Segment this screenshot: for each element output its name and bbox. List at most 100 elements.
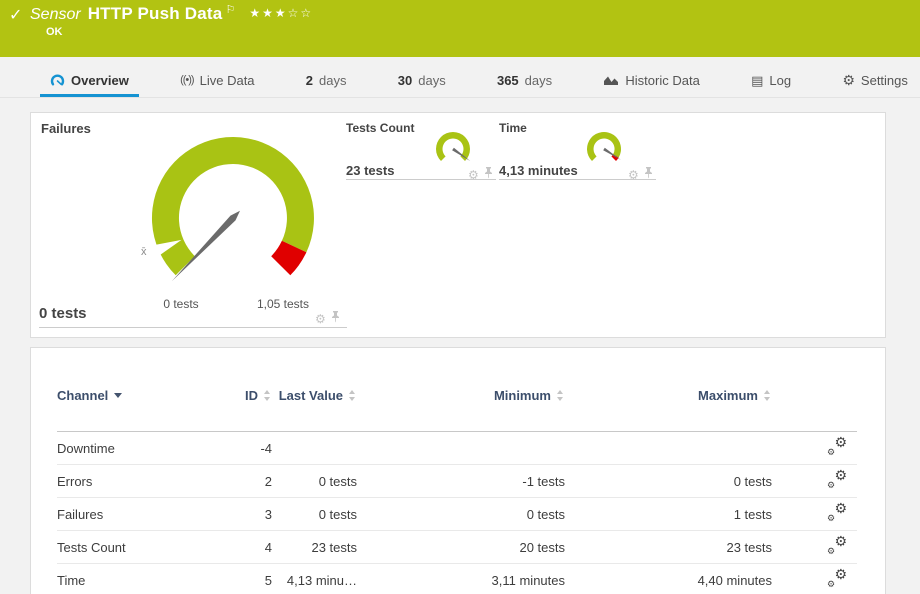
tab-historic-data-label: Historic Data — [625, 73, 699, 88]
tab-365-days-unit: days — [525, 73, 552, 88]
flag-icon[interactable]: ⚐ — [225, 3, 235, 16]
tab-365-days-number: 365 — [497, 73, 519, 88]
gauge-pin-icon[interactable] — [644, 166, 653, 184]
channel-settings-gears-icon[interactable]: ⚙⚙ — [827, 438, 847, 456]
sorted-descending-icon — [114, 393, 122, 398]
table-header-row: Channel ID Last Value Minimum Maximum — [57, 374, 857, 432]
channel-name[interactable]: Failures — [57, 498, 207, 531]
column-header-channel-label: Channel — [57, 388, 108, 403]
tab-2-days[interactable]: 2 days — [296, 66, 357, 97]
channels-table: Channel ID Last Value Minimum Maximum Do… — [57, 374, 857, 594]
channel-maximum: 23 tests — [565, 531, 772, 564]
live-data-icon: ((•)) — [180, 74, 194, 86]
page-title: HTTP Push Data — [88, 4, 223, 24]
table-row: Failures 3 0 tests 0 tests 1 tests ⚙⚙ — [57, 498, 857, 531]
channel-name[interactable]: Downtime — [57, 432, 207, 465]
tab-historic-data[interactable]: Historic Data — [593, 66, 709, 97]
sort-icon — [348, 390, 357, 401]
gauge-pin-icon[interactable] — [331, 310, 340, 328]
gauge-gear-icon[interactable]: ⚙ — [315, 313, 326, 325]
column-header-maximum[interactable]: Maximum — [565, 374, 772, 432]
failures-divider — [39, 327, 347, 328]
tab-2-days-unit: days — [319, 73, 346, 88]
channel-last-value: 0 tests — [272, 498, 357, 531]
stars-filled: ★★★ — [249, 6, 287, 20]
tab-overview-label: Overview — [71, 73, 129, 88]
channel-settings-gears-icon[interactable]: ⚙⚙ — [827, 471, 847, 489]
time-gauge-title: Time — [499, 121, 527, 135]
column-header-minimum[interactable]: Minimum — [357, 374, 565, 432]
channels-panel: Channel ID Last Value Minimum Maximum Do… — [30, 347, 886, 594]
failures-scale-min: 0 tests — [141, 297, 221, 311]
column-header-minimum-label: Minimum — [494, 388, 551, 403]
channel-name[interactable]: Errors — [57, 465, 207, 498]
column-header-actions — [772, 374, 857, 432]
log-list-icon: ▤ — [751, 74, 763, 87]
channel-maximum: 4,40 minutes — [565, 564, 772, 594]
gauge-pin-icon[interactable] — [484, 166, 493, 184]
channel-settings-gears-icon[interactable]: ⚙⚙ — [827, 504, 847, 522]
failures-gauge-actions: ⚙ — [315, 310, 340, 328]
channel-minimum: -1 tests — [357, 465, 565, 498]
tests-count-divider — [346, 179, 496, 180]
channel-id: 3 — [207, 498, 272, 531]
tab-log-label: Log — [769, 73, 791, 88]
stars-empty: ☆☆ — [288, 6, 314, 20]
tab-live-data[interactable]: ((•)) Live Data — [170, 66, 264, 97]
channel-maximum: 0 tests — [565, 465, 772, 498]
channel-name[interactable]: Time — [57, 564, 207, 594]
tab-30-days-unit: days — [418, 73, 445, 88]
column-header-channel[interactable]: Channel — [57, 374, 207, 432]
tab-log[interactable]: ▤ Log — [741, 66, 801, 97]
channel-name[interactable]: Tests Count — [57, 531, 207, 564]
sort-icon — [763, 390, 772, 401]
historic-chart-icon — [603, 74, 619, 86]
settings-gear-icon: ⚙ — [842, 73, 855, 87]
channel-minimum — [357, 432, 565, 465]
sensor-tab-bar: Overview ((•)) Live Data 2 days 30 days … — [0, 66, 920, 98]
tab-settings[interactable]: ⚙ Settings — [832, 66, 918, 97]
channel-maximum: 1 tests — [565, 498, 772, 531]
channel-settings-gears-icon[interactable]: ⚙⚙ — [827, 570, 847, 588]
tests-count-gauge-actions: ⚙ — [468, 166, 493, 184]
sort-icon — [263, 390, 272, 401]
column-header-last-value[interactable]: Last Value — [272, 374, 357, 432]
failures-gauge[interactable]: x̄ — [133, 118, 343, 293]
time-gauge-actions: ⚙ — [628, 166, 653, 184]
tab-overview[interactable]: Overview — [40, 66, 139, 97]
priority-rating[interactable]: ★★★☆☆ — [249, 6, 313, 20]
column-header-id[interactable]: ID — [207, 374, 272, 432]
time-current-value: 4,13 minutes — [499, 163, 578, 178]
channel-settings-gears-icon[interactable]: ⚙⚙ — [827, 537, 847, 555]
channel-last-value: 0 tests — [272, 465, 357, 498]
channel-id: 4 — [207, 531, 272, 564]
tab-2-days-number: 2 — [306, 73, 313, 88]
failures-current-value: 0 tests — [39, 305, 87, 322]
sensor-header: ✓ Sensor HTTP Push Data ⚐ ★★★☆☆ OK — [0, 0, 920, 57]
time-gauge[interactable] — [579, 127, 629, 173]
channel-last-value: 4,13 minu… — [272, 564, 357, 594]
prtg-sensor-page: ✓ Sensor HTTP Push Data ⚐ ★★★☆☆ OK Overv… — [0, 0, 920, 594]
status-badge: OK — [46, 26, 63, 38]
channel-minimum: 20 tests — [357, 531, 565, 564]
object-kind-label: Sensor — [30, 6, 81, 24]
failures-gauge-title: Failures — [41, 121, 91, 136]
channel-maximum — [565, 432, 772, 465]
channel-last-value — [272, 432, 357, 465]
tab-365-days[interactable]: 365 days — [487, 66, 562, 97]
column-header-id-label: ID — [245, 388, 258, 403]
status-check-icon: ✓ — [9, 5, 22, 25]
tab-30-days[interactable]: 30 days — [388, 66, 456, 97]
channel-id: -4 — [207, 432, 272, 465]
table-row: Tests Count 4 23 tests 20 tests 23 tests… — [57, 531, 857, 564]
channel-last-value: 23 tests — [272, 531, 357, 564]
average-marker-label: x̄ — [141, 246, 147, 258]
tests-count-current-value: 23 tests — [346, 163, 394, 178]
table-row: Time 5 4,13 minu… 3,11 minutes 4,40 minu… — [57, 564, 857, 594]
title-block: Sensor HTTP Push Data ⚐ ★★★☆☆ OK — [30, 4, 313, 38]
tab-live-data-label: Live Data — [200, 73, 255, 88]
sort-icon — [556, 390, 565, 401]
channel-id: 5 — [207, 564, 272, 594]
channel-id: 2 — [207, 465, 272, 498]
overview-gauge-icon — [50, 73, 65, 87]
